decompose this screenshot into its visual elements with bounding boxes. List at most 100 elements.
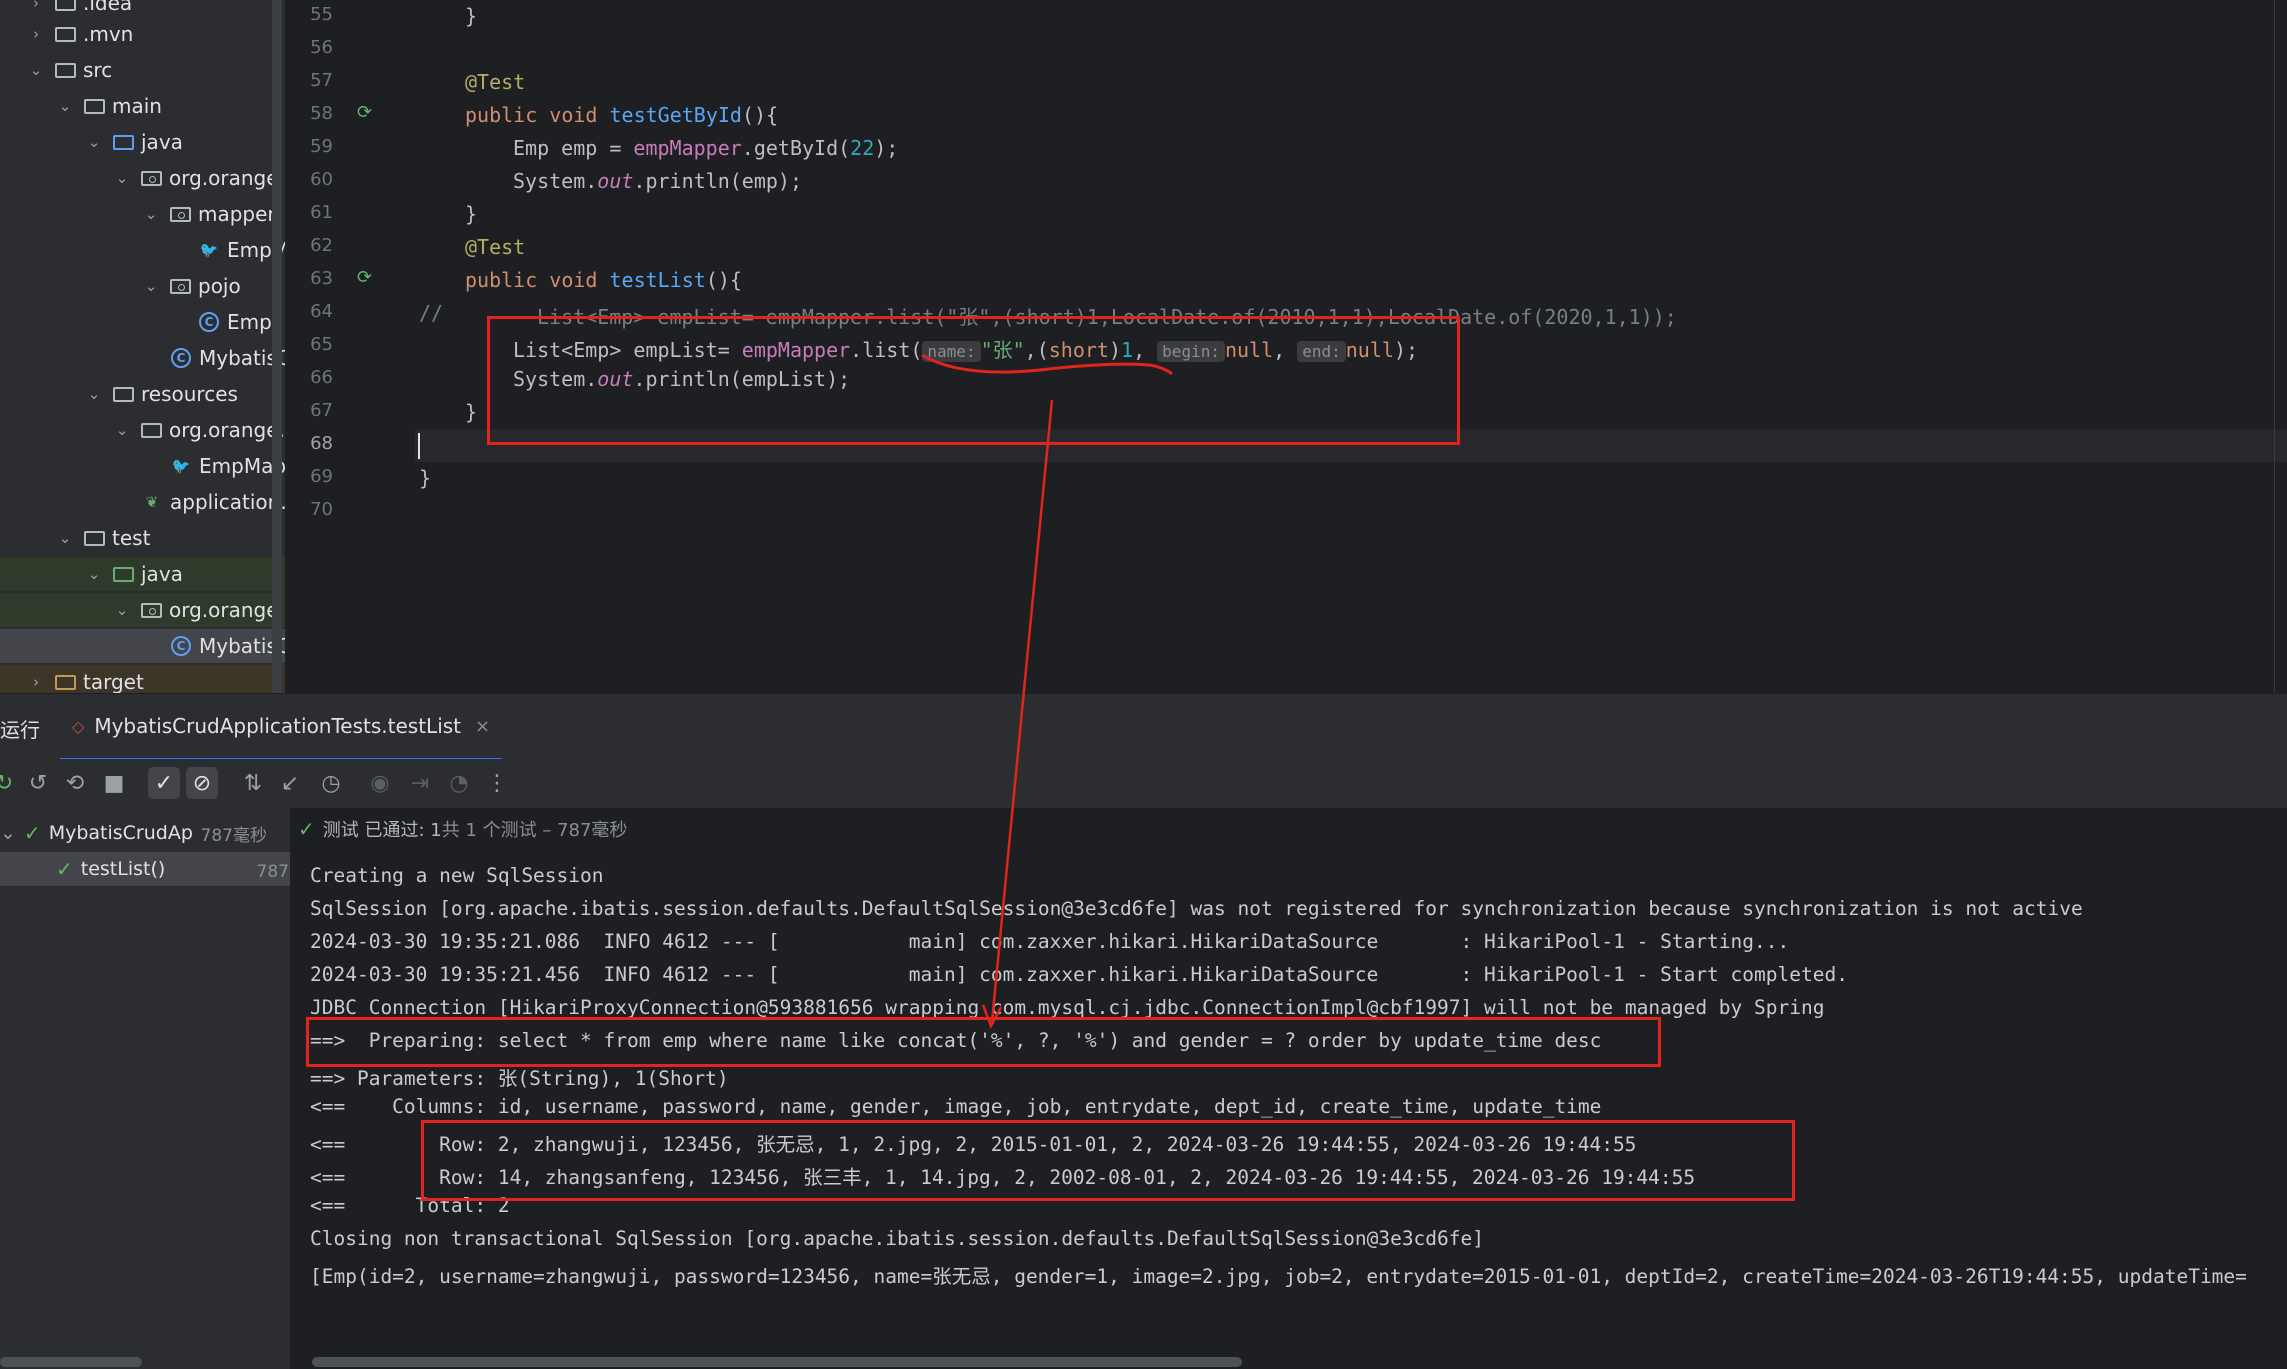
tree-item-mapper[interactable]: ⌄ mapper [0,197,285,231]
chevron-right-icon[interactable]: › [28,25,44,43]
rerun-icon[interactable]: ↻ [0,767,20,799]
line-number: 62 [310,235,333,256]
tree-item-package[interactable]: ⌄ org.orange [0,161,285,195]
chevron-down-icon[interactable]: ⌄ [114,421,130,439]
test-results-tree: ⌄ ✓ MybatisCrudAp 787毫秒 ✓ testList() 787… [0,808,331,1369]
tree-item-src[interactable]: ⌄ src [0,53,285,87]
source-folder-icon [111,132,135,152]
run-tool-window-header: 运行 ◇ MybatisCrudApplicationTests.testLis… [0,693,2287,761]
test-status-bar: ✓ 测试 已通过: 1共 1 个测试 – 787毫秒 [298,817,628,841]
tree-item-pojo[interactable]: ⌄ pojo [0,269,285,303]
chevron-down-icon[interactable]: ⌄ [86,565,102,583]
tree-item-empmapper[interactable]: 🐦 EmpM [0,233,285,267]
tree-item-main[interactable]: ⌄ main [0,89,285,123]
folder-icon [139,420,163,440]
coverage-icon[interactable]: ◔ [443,767,475,799]
console-line: 2024-03-30 19:35:21.456 INFO 4612 --- [ … [310,963,1848,986]
tree-item-application-properties[interactable]: ❦ application.p [0,485,285,519]
tree-item-test[interactable]: ⌄ test [0,521,285,555]
tree-item-test-java[interactable]: ⌄ java [0,557,285,591]
folder-icon [53,672,77,692]
folder-icon [53,0,77,13]
console-output[interactable]: ✓ 测试 已通过: 1共 1 个测试 – 787毫秒 Creating a new… [290,808,2287,1369]
tree-item-mybatis-app[interactable]: C MybatisC [0,341,285,375]
chevron-right-icon[interactable]: › [28,0,44,12]
history-icon[interactable]: ◷ [315,767,347,799]
package-icon [168,204,192,224]
rerun-failed-icon[interactable]: ↺ [22,767,54,799]
line-number: 66 [310,367,333,388]
code-line-58: public void testGetById(){ [465,103,779,127]
line-number: 61 [310,202,333,223]
check-icon: ✓ [23,821,41,845]
show-passed-icon[interactable]: ✓ [148,767,180,799]
chevron-down-icon[interactable]: ⌄ [143,205,159,223]
test-folder-icon [111,564,135,584]
code-line-55: } [465,4,478,28]
tree-item-test-class[interactable]: C MybatisC [0,629,285,663]
code-line-61: } [465,202,478,226]
chevron-down-icon[interactable]: ⌄ [143,277,159,295]
stop-icon[interactable]: ■ [98,767,130,799]
tab-run-config[interactable]: ◇ MybatisCrudApplicationTests.testList × [60,694,503,761]
run-test-icon[interactable]: ⟳ [357,267,372,288]
package-icon [139,600,163,620]
test-suite-item[interactable]: ⌄ ✓ MybatisCrudAp 787毫秒 [0,816,275,850]
line-number: 70 [310,499,333,520]
tree-item-java[interactable]: ⌄ java [0,125,285,159]
test-method-item[interactable]: ✓ testList() 787毫秒 [0,852,331,886]
tree-item-test-package[interactable]: ⌄ org.orange [0,593,285,627]
line-number: 63 [310,268,333,289]
tree-item-resources[interactable]: ⌄ resources [0,377,285,411]
chevron-down-icon[interactable]: ⌄ [114,169,130,187]
toggle-auto-test-icon[interactable]: ⟲ [59,767,91,799]
chevron-down-icon[interactable]: ⌄ [86,385,102,403]
right-margin-guide [2274,0,2275,693]
line-number: 64 [310,301,333,322]
chevron-right-icon[interactable]: › [28,673,44,691]
code-line-69: } [419,466,432,490]
tree-item-resource-package[interactable]: ⌄ org.orange.n [0,413,285,447]
chevron-down-icon[interactable]: ⌄ [114,601,130,619]
annotation-box-code [487,316,1460,445]
line-number: 67 [310,400,333,421]
console-horizontal-scrollbar[interactable] [312,1357,1242,1367]
sort-icon[interactable]: ⇅ [237,767,269,799]
test-config-icon: ◇ [72,716,85,736]
line-number-current: 68 [310,433,333,454]
tree-scrollbar[interactable] [272,0,282,693]
spring-leaf-icon: ❦ [145,493,159,511]
tree-item-target[interactable]: › target [0,665,285,693]
folder-icon [53,60,77,80]
mybatis-xml-icon: 🐦 [171,457,191,475]
annotation-box-rows [421,1120,1795,1201]
class-icon: C [197,312,221,332]
line-number: 58 [310,103,333,124]
class-icon: C [169,348,193,368]
folder-icon [53,24,77,44]
camera-icon[interactable]: ◉ [364,767,396,799]
more-options-icon[interactable]: ⋮ [481,767,513,799]
chevron-down-icon[interactable]: ⌄ [57,97,73,115]
code-line-63: public void testList(){ [465,268,742,292]
tree-item-mvn[interactable]: › .mvn [0,17,285,51]
run-toolbar: ↻ ↺ ⟲ ■ ✓ ⊘ ⇅ ↙ ◷ ◉ ⇥ ◔ ⋮ [0,759,2287,808]
show-ignored-icon[interactable]: ⊘ [186,767,218,799]
tree-item-empmapper-xml[interactable]: 🐦 EmpMapp [0,449,285,483]
line-number: 56 [310,37,333,58]
chevron-down-icon[interactable]: ⌄ [28,61,44,79]
text-caret [418,433,420,459]
close-icon[interactable]: × [475,716,490,737]
import-icon[interactable]: ⇥ [404,767,436,799]
chevron-down-icon[interactable]: ⌄ [0,822,16,844]
chevron-down-icon[interactable]: ⌄ [86,133,102,151]
code-line-59: Emp emp = empMapper.getById(22); [513,136,899,160]
horizontal-scrollbar[interactable] [0,1357,142,1367]
console-line: Closing non transactional SqlSession [or… [310,1227,1484,1250]
collapse-icon[interactable]: ↙ [274,767,306,799]
chevron-down-icon[interactable]: ⌄ [57,529,73,547]
code-line-57: @Test [465,70,526,94]
check-icon: ✓ [298,817,315,841]
run-test-icon[interactable]: ⟳ [357,102,372,123]
tree-item-emp[interactable]: C Emp [0,305,285,339]
